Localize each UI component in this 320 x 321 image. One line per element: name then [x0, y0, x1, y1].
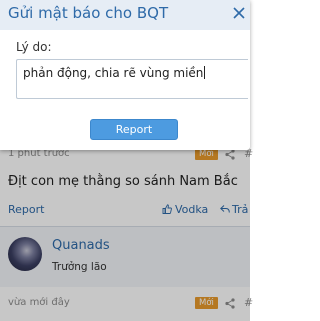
report-submit-button[interactable]: Report	[90, 119, 178, 140]
dialog-header: Gửi mật báo cho BQT	[0, 0, 250, 30]
close-icon[interactable]	[232, 6, 246, 20]
dialog-title: Gửi mật báo cho BQT	[8, 4, 169, 22]
reason-input[interactable]: phản động, chia rẽ vùng miền	[16, 59, 248, 99]
reason-input-value: phản động, chia rẽ vùng miền	[23, 66, 206, 80]
reason-label: Lý do:	[16, 40, 52, 54]
report-dialog: Gửi mật báo cho BQT Lý do: phản động, ch…	[0, 0, 250, 150]
text-caret	[204, 66, 206, 79]
